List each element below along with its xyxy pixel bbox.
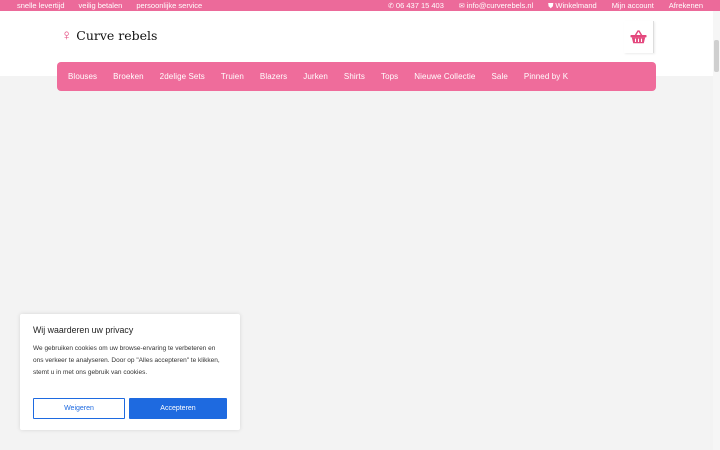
main-nav: Blouses Broeken 2delige Sets Truien Blaz… [57, 62, 656, 91]
nav-item-nieuwe-collectie[interactable]: Nieuwe Collectie [414, 72, 475, 81]
nav-item-sale[interactable]: Sale [491, 72, 507, 81]
usp-item: snelle levertijd [17, 1, 65, 10]
cart-link-label: Winkelmand [555, 1, 597, 10]
scrollbar-thumb[interactable] [714, 40, 719, 72]
venus-icon: ♀ [61, 27, 73, 44]
bag-icon: ⛊ [548, 3, 554, 10]
logo-text: Curve rebels [76, 28, 158, 43]
nav-item-pinned-by-k[interactable]: Pinned by K [524, 72, 568, 81]
shopping-basket-icon [630, 30, 647, 44]
usp-item: persoonlijke service [136, 1, 203, 10]
nav-item-blazers[interactable]: Blazers [260, 72, 287, 81]
nav-item-jurken[interactable]: Jurken [303, 72, 328, 81]
cart-button[interactable] [624, 21, 654, 53]
nav-item-tops[interactable]: Tops [381, 72, 398, 81]
cookie-consent-dialog: Wij waarderen uw privacy We gebruiken co… [20, 314, 240, 430]
nav-item-shirts[interactable]: Shirts [344, 72, 365, 81]
top-bar: snelle levertijd veilig betalen persoonl… [0, 0, 720, 11]
phone-icon: ✆ [388, 3, 394, 10]
cookie-text: We gebruiken cookies om uw browse-ervari… [33, 345, 220, 376]
page-scrollbar[interactable] [713, 11, 720, 450]
email-address: info@curverebels.nl [466, 1, 534, 10]
nav-item-2delige-sets[interactable]: 2delige Sets [160, 72, 205, 81]
deny-button[interactable]: Weigeren [33, 398, 125, 419]
nav-item-broeken[interactable]: Broeken [113, 72, 144, 81]
nav-item-truien[interactable]: Truien [221, 72, 244, 81]
usp-list: snelle levertijd veilig betalen persoonl… [17, 0, 202, 11]
phone-number: 06 437 15 403 [395, 1, 444, 10]
nav-item-blouses[interactable]: Blouses [68, 72, 97, 81]
accept-button[interactable]: Accepteren [129, 398, 227, 419]
site-logo[interactable]: ♀ Curve rebels [61, 28, 157, 43]
usp-item: veilig betalen [78, 1, 123, 10]
envelope-icon: ✉ [458, 3, 465, 10]
cookie-title: Wij waarderen uw privacy [33, 325, 134, 335]
